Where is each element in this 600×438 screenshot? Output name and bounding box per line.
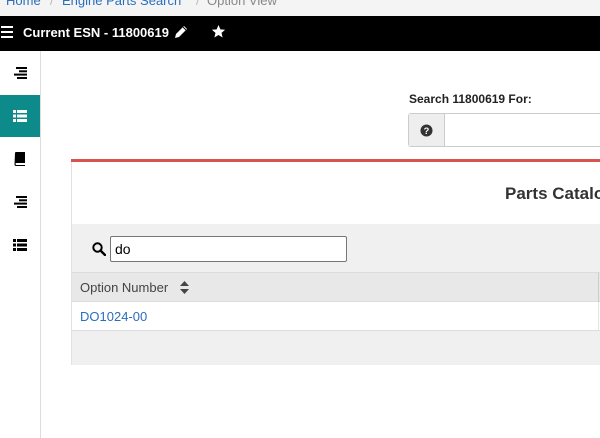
svg-text:?: ? (424, 125, 430, 135)
search-group: ? (408, 113, 600, 147)
breadcrumb-separator: / (196, 0, 200, 8)
current-esn-title: Current ESN - 11800619 (23, 25, 169, 40)
search-help-button[interactable]: ? (409, 114, 445, 146)
sidebar-item-list-2[interactable] (0, 224, 40, 266)
hamburger-icon[interactable] (1, 26, 13, 40)
align-right-icon (14, 196, 27, 208)
breadcrumb-engine-parts-search-link[interactable]: Engine Parts Search (62, 0, 181, 8)
table-header: Option Number (72, 272, 600, 303)
book-icon (14, 152, 25, 166)
align-right-icon (14, 67, 27, 79)
column-divider (598, 302, 599, 331)
sort-icon[interactable] (180, 281, 189, 294)
table-row: DO1024-00 (72, 302, 600, 331)
panel-header: Parts Catalog (72, 162, 600, 224)
sidebar (0, 51, 41, 438)
search-icon (92, 242, 106, 256)
list-icon (13, 110, 27, 122)
panel-title: Parts Catalog (505, 184, 600, 203)
sidebar-item-align[interactable] (0, 52, 40, 94)
table-filter-input[interactable] (110, 236, 347, 262)
pencil-icon[interactable] (174, 25, 188, 39)
breadcrumb: Home / Engine Parts Search / Option View (0, 0, 600, 16)
breadcrumb-current: Option View (207, 0, 277, 8)
sidebar-item-align-2[interactable] (0, 181, 40, 223)
parts-catalog-panel: Parts Catalog Option Number DO1024-00 (71, 162, 600, 365)
question-circle-icon: ? (420, 123, 433, 137)
breadcrumb-separator: / (50, 0, 54, 8)
sidebar-item-list[interactable] (0, 95, 40, 137)
breadcrumb-home-link[interactable]: Home (6, 0, 41, 8)
option-number-link[interactable]: DO1024-00 (80, 309, 147, 324)
search-label: Search 11800619 For: (409, 92, 532, 106)
esn-search-input[interactable] (446, 114, 600, 146)
sidebar-item-book[interactable] (0, 138, 40, 180)
top-bar: Current ESN - 11800619 (0, 16, 600, 51)
star-icon[interactable] (211, 24, 226, 39)
list-icon (13, 239, 27, 251)
column-divider (598, 273, 599, 303)
column-header-option-number[interactable]: Option Number (80, 280, 168, 295)
